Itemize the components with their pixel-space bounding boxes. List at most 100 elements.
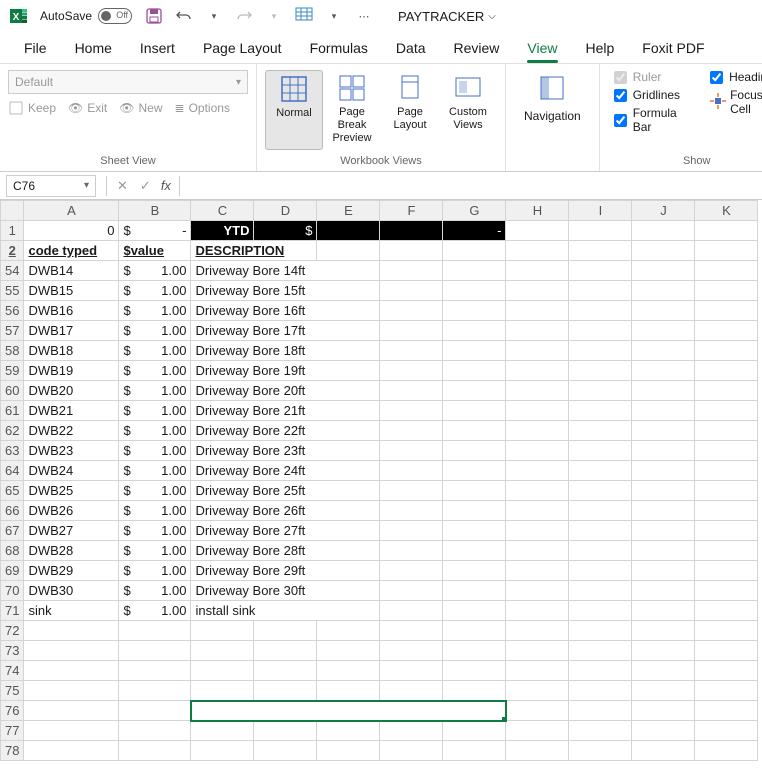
row-header[interactable]: 66 xyxy=(1,501,24,521)
save-button[interactable] xyxy=(144,6,164,26)
cell[interactable] xyxy=(632,481,695,501)
cell-code[interactable]: DWB23 xyxy=(24,441,119,461)
cell[interactable] xyxy=(632,241,695,261)
cell[interactable] xyxy=(119,641,191,661)
cell[interactable] xyxy=(632,541,695,561)
undo-button[interactable] xyxy=(174,6,194,26)
cell-description[interactable]: Driveway Bore 23ft xyxy=(191,441,380,461)
cell[interactable] xyxy=(317,741,380,761)
cell[interactable] xyxy=(443,621,506,641)
gridlines-checkbox[interactable]: Gridlines xyxy=(614,88,680,102)
cell[interactable] xyxy=(24,701,119,721)
row-header[interactable]: 64 xyxy=(1,461,24,481)
cell[interactable] xyxy=(569,721,632,741)
cell[interactable] xyxy=(443,721,506,741)
column-header-G[interactable]: G xyxy=(443,201,506,221)
cell[interactable] xyxy=(380,661,443,681)
cell-value[interactable]: $1.00 xyxy=(119,561,191,581)
formula-input[interactable] xyxy=(184,175,762,197)
row-header[interactable]: 61 xyxy=(1,401,24,421)
cell[interactable] xyxy=(443,741,506,761)
cell[interactable] xyxy=(254,741,317,761)
cell[interactable] xyxy=(317,721,380,741)
cell[interactable] xyxy=(191,721,254,741)
cell[interactable] xyxy=(24,721,119,741)
row-header[interactable]: 69 xyxy=(1,561,24,581)
tab-formulas[interactable]: Formulas xyxy=(296,34,382,62)
cell[interactable] xyxy=(443,381,506,401)
cell-code[interactable]: DWB24 xyxy=(24,461,119,481)
cell[interactable] xyxy=(443,261,506,281)
cell[interactable]: YTD xyxy=(191,221,254,241)
column-header-I[interactable]: I xyxy=(569,201,632,221)
cell-description[interactable]: install sink xyxy=(191,601,380,621)
cell[interactable] xyxy=(443,301,506,321)
cell-value[interactable]: $1.00 xyxy=(119,441,191,461)
cell[interactable] xyxy=(254,721,317,741)
tab-page-layout[interactable]: Page Layout xyxy=(189,34,296,62)
cell-description[interactable]: Driveway Bore 19ft xyxy=(191,361,380,381)
cell-value[interactable]: $1.00 xyxy=(119,261,191,281)
cell[interactable] xyxy=(695,461,758,481)
cell[interactable] xyxy=(569,381,632,401)
formula-bar-checkbox[interactable]: Formula Bar xyxy=(614,106,680,134)
cell[interactable] xyxy=(569,221,632,241)
cell[interactable] xyxy=(506,481,569,501)
cell[interactable] xyxy=(506,621,569,641)
cell[interactable] xyxy=(380,421,443,441)
cell-code[interactable]: DWB27 xyxy=(24,521,119,541)
spreadsheet-grid[interactable]: ABCDEFGHIJK1 0 $- YTD $ - 2 code typed $… xyxy=(0,200,762,761)
cell[interactable] xyxy=(443,321,506,341)
cell-description[interactable]: Driveway Bore 18ft xyxy=(191,341,380,361)
cell[interactable] xyxy=(569,741,632,761)
cell[interactable] xyxy=(695,361,758,381)
row-header[interactable]: 63 xyxy=(1,441,24,461)
cell[interactable] xyxy=(695,661,758,681)
cell[interactable] xyxy=(191,621,254,641)
cell[interactable] xyxy=(569,501,632,521)
row-header[interactable]: 72 xyxy=(1,621,24,641)
cell-code[interactable]: DWB29 xyxy=(24,561,119,581)
cell[interactable] xyxy=(632,441,695,461)
cell[interactable] xyxy=(443,561,506,581)
row-header[interactable]: 75 xyxy=(1,681,24,701)
name-box[interactable]: C76 ▾ xyxy=(6,175,96,197)
cell[interactable] xyxy=(506,341,569,361)
cell[interactable] xyxy=(695,481,758,501)
cell[interactable] xyxy=(380,721,443,741)
cell[interactable] xyxy=(443,481,506,501)
cell[interactable] xyxy=(254,641,317,661)
cell-code[interactable]: DWB22 xyxy=(24,421,119,441)
tab-insert[interactable]: Insert xyxy=(126,34,189,62)
column-header-C[interactable]: C xyxy=(191,201,254,221)
cell[interactable] xyxy=(569,521,632,541)
cell[interactable] xyxy=(632,521,695,541)
row-header[interactable]: 65 xyxy=(1,481,24,501)
cell[interactable] xyxy=(632,361,695,381)
cell[interactable] xyxy=(506,561,569,581)
cell[interactable] xyxy=(443,241,506,261)
cell[interactable] xyxy=(695,241,758,261)
cell[interactable] xyxy=(443,341,506,361)
cell[interactable] xyxy=(380,301,443,321)
cell-code[interactable]: DWB25 xyxy=(24,481,119,501)
custom-views-button[interactable]: Custom Views xyxy=(439,70,497,150)
cell[interactable] xyxy=(380,681,443,701)
row-header[interactable]: 58 xyxy=(1,341,24,361)
cell-value[interactable]: $1.00 xyxy=(119,341,191,361)
cell[interactable] xyxy=(569,661,632,681)
cell-code[interactable]: DWB21 xyxy=(24,401,119,421)
cell-description[interactable]: Driveway Bore 14ft xyxy=(191,261,380,281)
cell[interactable] xyxy=(569,401,632,421)
cell[interactable] xyxy=(569,561,632,581)
cell[interactable] xyxy=(506,301,569,321)
cell-code[interactable]: DWB18 xyxy=(24,341,119,361)
row-header[interactable]: 60 xyxy=(1,381,24,401)
cell[interactable] xyxy=(695,501,758,521)
cell[interactable] xyxy=(695,341,758,361)
cell[interactable] xyxy=(317,621,380,641)
cell-code[interactable]: DWB28 xyxy=(24,541,119,561)
cell[interactable] xyxy=(506,581,569,601)
column-header-E[interactable]: E xyxy=(317,201,380,221)
cell[interactable] xyxy=(24,661,119,681)
